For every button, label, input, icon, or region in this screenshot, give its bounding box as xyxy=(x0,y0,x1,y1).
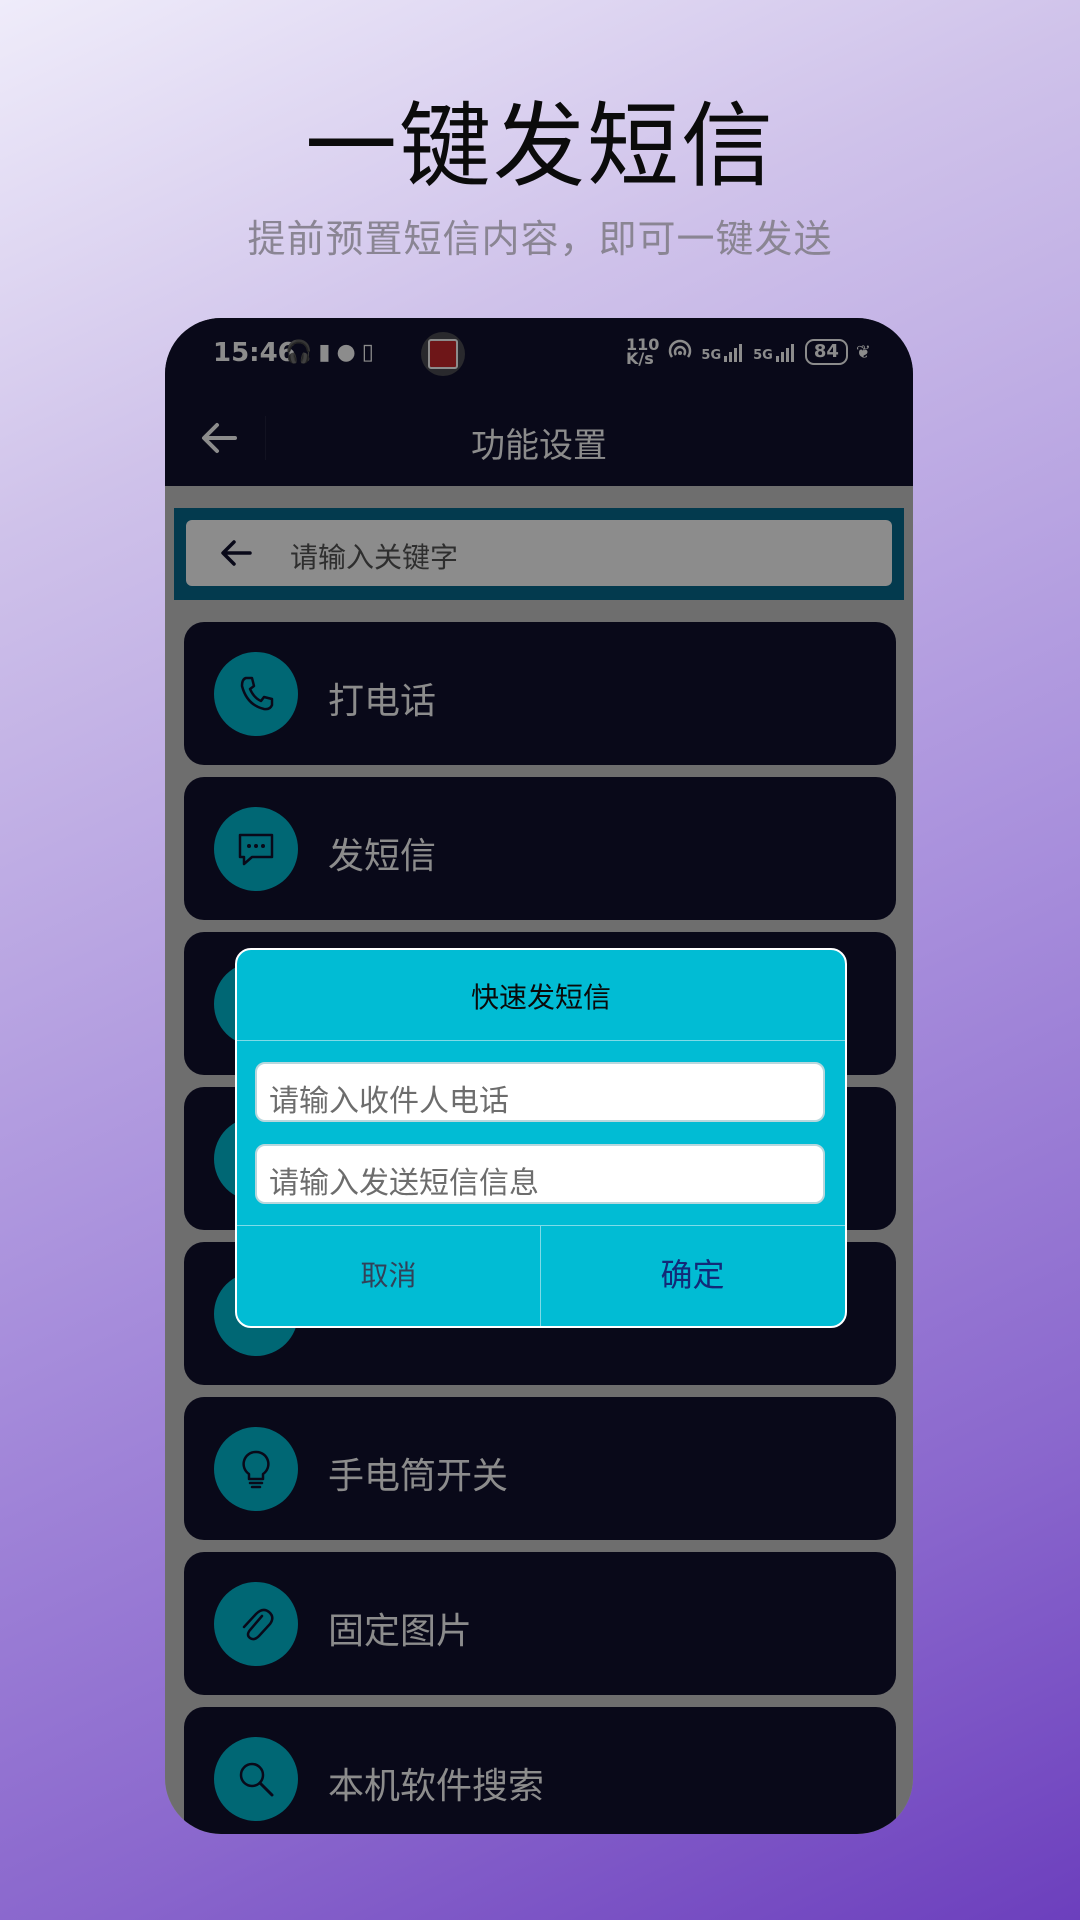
phone-screen: 15:46 🎧 ▮ ● ▯ 110 K/s 5G 5G 84 ❦ 功能设置 请输… xyxy=(165,318,913,1834)
dialog-divider xyxy=(237,1040,845,1041)
sms-message-placeholder: 请输入发送短信信息 xyxy=(269,1166,539,1201)
promo-title: 一键发短信 xyxy=(304,93,775,200)
dialog-title: 快速发短信 xyxy=(470,981,611,1014)
quick-sms-dialog: 快速发短信 请输入收件人电话 请输入发送短信信息 取消 确定 xyxy=(235,948,847,1328)
recipient-phone-input[interactable]: 请输入收件人电话 xyxy=(255,1062,825,1122)
cancel-button[interactable]: 取消 xyxy=(237,1225,540,1326)
promo-subtitle: 提前预置短信内容，即可一键发送 xyxy=(247,217,833,261)
sms-message-input[interactable]: 请输入发送短信信息 xyxy=(255,1144,825,1204)
recipient-phone-placeholder: 请输入收件人电话 xyxy=(269,1084,509,1119)
confirm-button[interactable]: 确定 xyxy=(541,1225,844,1326)
